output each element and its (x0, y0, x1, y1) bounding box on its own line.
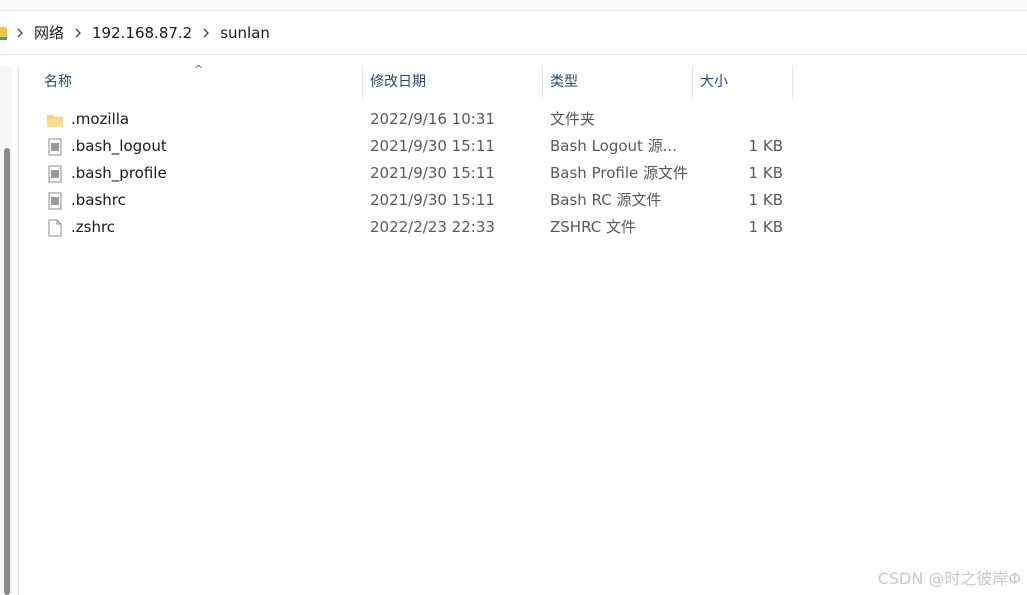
column-header-size[interactable]: 大小 (694, 66, 792, 99)
file-modified: 2021/9/30 15:11 (370, 137, 495, 155)
file-name[interactable]: .mozilla (71, 106, 361, 133)
file-modified: 2022/2/23 22:33 (370, 218, 495, 236)
file-type: Bash Profile 源文件 (550, 164, 688, 182)
file-size: 1 KB (748, 137, 783, 155)
navigation-scrollbar-thumb[interactable] (4, 148, 10, 595)
file-name[interactable]: .zshrc (71, 214, 361, 241)
file-type: ZSHRC 文件 (550, 218, 636, 236)
file-size: 1 KB (748, 164, 783, 182)
file-type: Bash RC 源文件 (550, 191, 662, 209)
file-size: 1 KB (748, 191, 783, 209)
column-header-modified[interactable]: 修改日期 (364, 66, 542, 99)
breadcrumb-item-network[interactable]: 网络 (32, 22, 66, 43)
text-file-icon (46, 192, 64, 210)
file-type: 文件夹 (550, 110, 596, 128)
file-name[interactable]: .bashrc (71, 187, 361, 214)
file-row-bash-profile[interactable]: .bash_profile 2021/9/30 15:11 Bash Profi… (19, 160, 799, 187)
file-row-bash-logout[interactable]: .bash_logout 2021/9/30 15:11 Bash Logout… (19, 133, 799, 160)
file-name[interactable]: .bash_logout (71, 133, 361, 160)
column-divider[interactable] (542, 66, 543, 99)
column-divider[interactable] (362, 66, 363, 99)
file-modified: 2021/9/30 15:11 (370, 191, 495, 209)
address-bar[interactable]: 网络 192.168.87.2 sunlan (0, 11, 1027, 55)
folder-icon (46, 111, 64, 129)
file-size (699, 106, 783, 133)
chevron-right-icon[interactable] (194, 28, 218, 38)
file-name[interactable]: .bash_profile (71, 160, 361, 187)
chevron-right-icon[interactable] (8, 28, 32, 38)
breadcrumb-item-host[interactable]: 192.168.87.2 (90, 24, 194, 42)
window-top-strip (0, 0, 1027, 11)
file-size: 1 KB (748, 218, 783, 236)
file-row-zshrc[interactable]: .zshrc 2022/2/23 22:33 ZSHRC 文件 1 KB (19, 214, 799, 241)
watermark: CSDN @时之彼岸Φ (877, 569, 1021, 588)
column-divider[interactable] (792, 66, 793, 99)
column-header-type-label: 类型 (550, 74, 578, 90)
column-header-size-label: 大小 (700, 74, 728, 90)
chevron-right-icon[interactable] (66, 28, 90, 38)
text-file-icon (46, 165, 64, 183)
file-type: Bash Logout 源... (550, 137, 678, 155)
file-row-bashrc[interactable]: .bashrc 2021/9/30 15:11 Bash RC 源文件 1 KB (19, 187, 799, 214)
sort-ascending-icon: ^ (194, 63, 204, 76)
file-modified: 2021/9/30 15:11 (370, 164, 495, 182)
column-header-modified-label: 修改日期 (370, 74, 426, 90)
text-file-icon (46, 138, 64, 156)
file-row-mozilla[interactable]: .mozilla 2022/9/16 10:31 文件夹 (19, 106, 799, 133)
column-divider[interactable] (692, 66, 693, 99)
breadcrumb-item-folder[interactable]: sunlan (218, 24, 272, 42)
blank-file-icon (46, 219, 64, 237)
folder-icon (0, 26, 8, 40)
column-header-name-label: 名称 (44, 74, 72, 90)
column-header-row: 名称 ^ 修改日期 类型 大小 (19, 63, 1027, 99)
file-modified: 2022/9/16 10:31 (370, 110, 495, 128)
column-header-type[interactable]: 类型 (544, 66, 692, 99)
